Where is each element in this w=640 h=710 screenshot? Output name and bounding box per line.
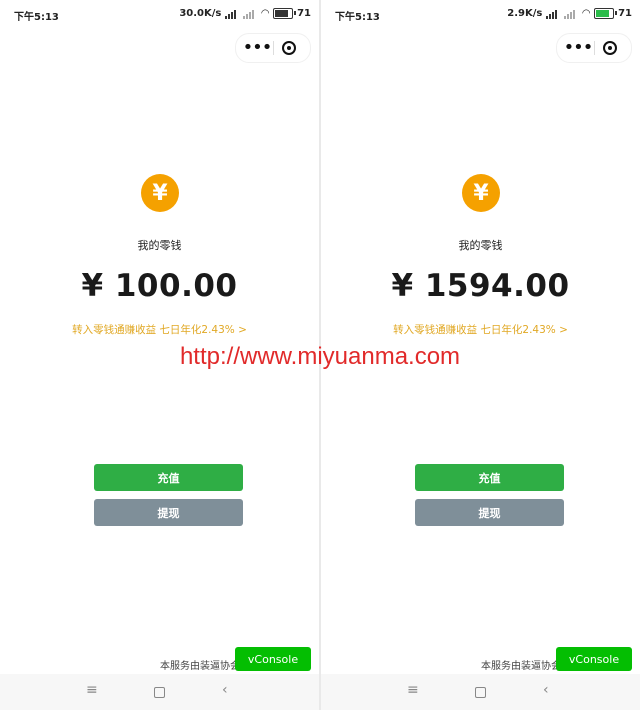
home-square-icon[interactable]: [475, 687, 486, 698]
system-nav-bar: ≡ ‹: [321, 674, 640, 710]
battery-percent: 71: [618, 8, 632, 19]
provider-text: 本服务由装逼协会提供: [481, 661, 581, 672]
watermark-text: http://www.miyuanma.com: [179, 343, 461, 370]
vconsole-button[interactable]: vConsole: [556, 647, 632, 671]
capsule-divider: [594, 41, 595, 55]
back-chevron-icon[interactable]: ‹: [543, 682, 549, 698]
miniprogram-capsule: •••: [556, 33, 632, 63]
coin-yen-icon: ¥: [462, 174, 500, 212]
provider-text: 本服务由装逼协会提供: [160, 661, 260, 672]
target-close-icon[interactable]: [603, 41, 617, 55]
battery-percent: 71: [297, 8, 311, 19]
balance-amount: ¥ 1594.00: [391, 268, 570, 304]
network-speed: 30.0K/s: [179, 8, 222, 19]
recharge-button[interactable]: 充值: [415, 464, 564, 491]
status-icons: 30.0K/s ◠ 71: [179, 8, 311, 19]
more-dots-icon[interactable]: •••: [563, 34, 594, 62]
menu-icon[interactable]: ≡: [86, 682, 98, 698]
balance-amount: ¥ 100.00: [81, 268, 238, 304]
wallet-label: 我的零钱: [137, 239, 182, 252]
back-chevron-icon[interactable]: ‹: [222, 682, 228, 698]
signal-icon: [564, 9, 578, 19]
more-dots-icon[interactable]: •••: [242, 34, 273, 62]
signal-icon: [225, 9, 239, 19]
signal-icon: [546, 9, 560, 19]
signal-icon: [243, 9, 257, 19]
target-close-icon[interactable]: [282, 41, 296, 55]
withdraw-button[interactable]: 提现: [94, 499, 243, 526]
withdraw-button[interactable]: 提现: [415, 499, 564, 526]
battery-icon: [594, 8, 618, 19]
recharge-button[interactable]: 充值: [94, 464, 243, 491]
status-time: 下午5:13: [335, 12, 380, 23]
battery-icon: [273, 8, 297, 19]
system-nav-bar: ≡ ‹: [0, 674, 319, 710]
network-speed: 2.9K/s: [507, 8, 543, 19]
promo-link[interactable]: 转入零钱通赚收益 七日年化2.43% >: [321, 322, 640, 337]
miniprogram-capsule: •••: [235, 33, 311, 63]
status-bar: 下午5:13 2.9K/s ◠ 71: [321, 0, 640, 28]
status-time: 下午5:13: [14, 12, 59, 23]
wifi-icon: ◠: [582, 8, 591, 19]
wallet-label: 我的零钱: [458, 239, 503, 252]
capsule-divider: [273, 41, 274, 55]
home-square-icon[interactable]: [154, 687, 165, 698]
vconsole-button[interactable]: vConsole: [235, 647, 311, 671]
menu-icon[interactable]: ≡: [407, 682, 419, 698]
wifi-icon: ◠: [261, 8, 270, 19]
promo-link[interactable]: 转入零钱通赚收益 七日年化2.43% >: [0, 322, 319, 337]
status-bar: 下午5:13 30.0K/s ◠ 71: [0, 0, 319, 28]
status-icons: 2.9K/s ◠ 71: [507, 8, 632, 19]
coin-yen-icon: ¥: [141, 174, 179, 212]
